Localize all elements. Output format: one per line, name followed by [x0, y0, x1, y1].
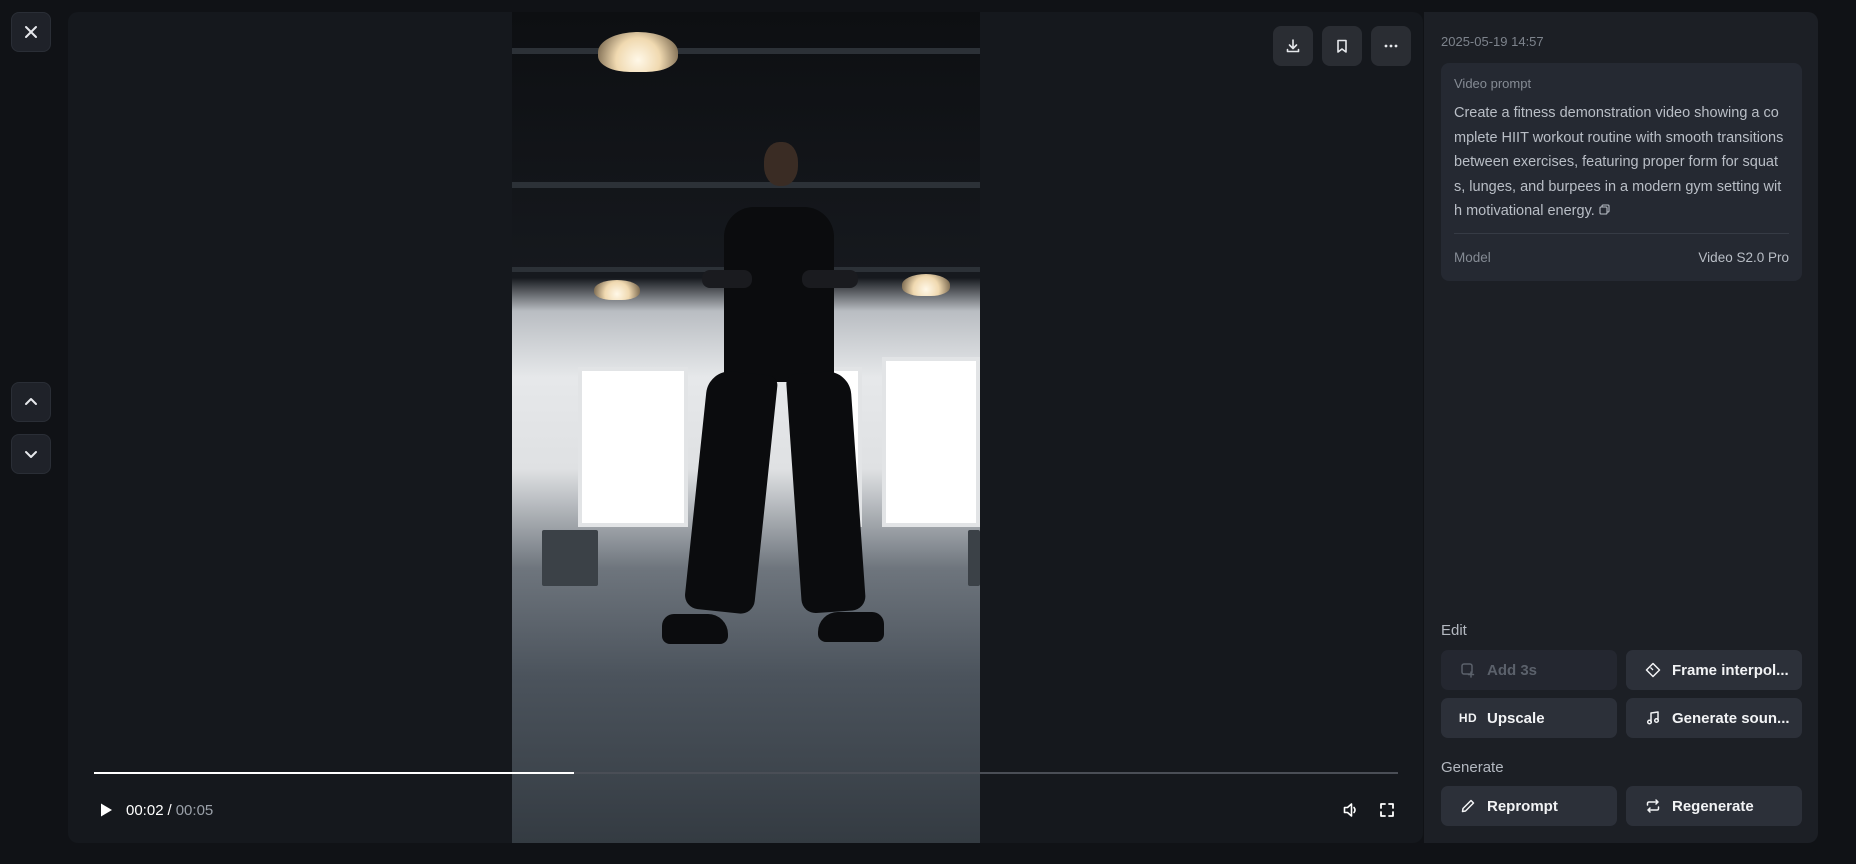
ceiling-lamp [902, 274, 950, 296]
details-panel: 2025-05-19 14:57 Video prompt Create a f… [1424, 12, 1818, 843]
ceiling-lamp [594, 280, 640, 300]
music-note-icon [1644, 709, 1662, 727]
edit-section-label: Edit [1441, 622, 1467, 639]
prompt-text: Create a fitness demonstration video sho… [1454, 101, 1789, 224]
play-icon [101, 803, 112, 817]
person-head [764, 142, 798, 186]
next-button[interactable] [11, 434, 51, 474]
gym-window [578, 367, 688, 527]
hd-badge-icon: HD [1458, 711, 1478, 725]
video-frame[interactable] [512, 12, 980, 843]
person-leg [683, 368, 779, 616]
add-3s-button[interactable]: Add 3s [1441, 650, 1617, 690]
video-player[interactable]: 00:02 / 00:05 [68, 12, 1423, 843]
generate-section-label: Generate [1441, 759, 1504, 776]
timestamp: 2025-05-19 14:57 [1441, 34, 1544, 49]
progress-bar[interactable] [94, 772, 1398, 774]
regenerate-button[interactable]: Regenerate [1626, 786, 1802, 826]
fullscreen-button[interactable] [1376, 799, 1398, 821]
card-divider [1454, 233, 1789, 234]
model-value: Video S2.0 Pro [1698, 250, 1789, 265]
bookmark-button[interactable] [1322, 26, 1362, 66]
prompt-card: Video prompt Create a fitness demonstrat… [1441, 63, 1802, 281]
person-torso [724, 207, 834, 382]
gym-window [882, 357, 980, 527]
total-time: 00:05 [175, 801, 214, 819]
close-icon [25, 26, 37, 38]
video-viewer-page: 00:02 / 00:05 2025-05-19 14:57 Video pro… [0, 0, 1856, 864]
prompt-body: Create a fitness demonstration video sho… [1454, 105, 1784, 220]
volume-button[interactable] [1340, 799, 1362, 821]
video-actions [1273, 26, 1411, 66]
play-button[interactable] [94, 798, 118, 822]
person-shoe [662, 614, 728, 644]
copy-prompt-button[interactable] [1599, 199, 1610, 224]
time-separator: / [167, 801, 172, 819]
reprompt-label: Reprompt [1487, 797, 1558, 815]
prompt-label: Video prompt [1454, 76, 1532, 91]
frame-interpolation-label: Frame interpol... [1672, 661, 1789, 679]
more-icon [1384, 44, 1398, 48]
add-3s-label: Add 3s [1487, 661, 1538, 679]
ceiling-pipe [512, 48, 980, 54]
current-time: 00:02 [126, 801, 164, 819]
ceiling-pipe [512, 182, 980, 188]
download-icon [1286, 39, 1300, 53]
person-arm [802, 270, 858, 288]
radiator [968, 530, 980, 586]
add-clip-icon [1459, 661, 1477, 679]
bookmark-icon [1337, 39, 1347, 53]
person-shoe [818, 612, 884, 642]
volume-icon [1343, 803, 1356, 817]
radiator [542, 530, 598, 586]
upscale-button[interactable]: HD Upscale [1441, 698, 1617, 738]
progress-fill [94, 772, 574, 774]
video-controls: 00:02 / 00:05 [94, 796, 1398, 824]
download-button[interactable] [1273, 26, 1313, 66]
upscale-label: Upscale [1487, 709, 1545, 727]
generate-sound-button[interactable]: Generate soun... [1626, 698, 1802, 738]
close-button[interactable] [11, 12, 51, 52]
chevron-up-icon [25, 398, 37, 405]
frame-interpolation-button[interactable]: Frame interpol... [1626, 650, 1802, 690]
chevron-down-icon [25, 451, 37, 458]
previous-button[interactable] [11, 382, 51, 422]
ceiling-lamp [598, 32, 678, 72]
model-row: Model Video S2.0 Pro [1454, 250, 1789, 265]
regenerate-label: Regenerate [1672, 797, 1754, 815]
fullscreen-icon [1380, 803, 1394, 817]
model-label: Model [1454, 250, 1491, 265]
reprompt-button[interactable]: Reprompt [1441, 786, 1617, 826]
copy-icon [1599, 204, 1610, 215]
repeat-icon [1644, 797, 1662, 815]
diamond-icon [1644, 661, 1662, 679]
pencil-icon [1459, 797, 1477, 815]
more-button[interactable] [1371, 26, 1411, 66]
person-arm [702, 270, 752, 288]
generate-sound-label: Generate soun... [1672, 709, 1790, 727]
